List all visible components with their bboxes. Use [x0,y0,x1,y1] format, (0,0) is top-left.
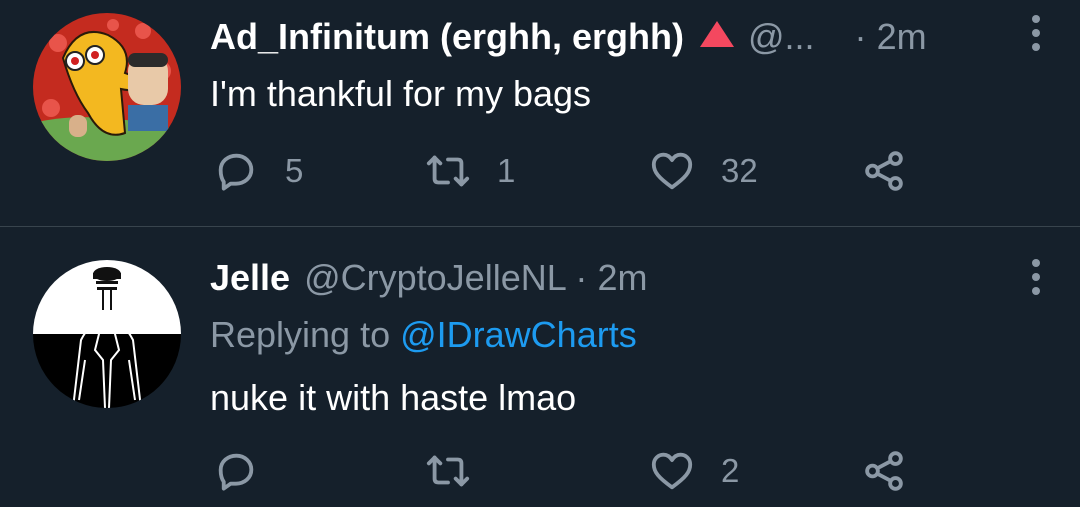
user-handle[interactable]: @CryptoJelleNL [304,257,565,298]
separator-dot: · [854,16,867,57]
speech-bubble-icon [218,153,254,191]
retweet-button[interactable] [425,446,497,496]
tweet-header: Ad_Infinitum (erghh, erghh) @... · 2m [210,15,927,59]
replying-to: Replying to @IDrawCharts [210,313,637,357]
replying-prefix: Replying to [210,314,391,355]
tweet-header: Jelle @CryptoJelleNL · 2m [210,256,647,300]
like-button[interactable]: 32 [649,146,758,196]
user-handle[interactable]: @... [748,16,815,57]
red-triangle-icon [699,21,734,47]
like-count: 32 [721,152,758,189]
display-name[interactable]: Ad_Infinitum (erghh, erghh) [210,16,684,57]
like-button[interactable]: 2 [649,446,739,496]
share-nodes-icon [865,451,903,491]
share-button[interactable] [861,446,907,496]
tweet[interactable]: Ad_Infinitum (erghh, erghh) @... · 2m I'm… [0,0,1080,226]
retweet-button[interactable]: 1 [425,146,515,196]
tweet-text: nuke it with haste lmao [210,377,577,418]
action-bar: 5 1 32 [213,146,933,196]
share-nodes-icon [865,151,903,191]
vertical-ellipsis-icon[interactable] [1030,15,1042,51]
reply-button[interactable]: 5 [213,146,303,196]
reply-count: 5 [285,152,304,189]
tweet-text: I'm thankful for my bags [210,73,592,114]
reply-button[interactable] [213,446,285,496]
heart-icon [651,152,693,190]
display-name[interactable]: Jelle [210,257,290,298]
avatar[interactable] [33,260,181,408]
share-button[interactable] [861,146,907,196]
separator-dot: · [575,257,588,298]
avatar-image [33,260,181,408]
retweet-arrows-icon [426,155,470,187]
action-bar: 2 [213,446,933,496]
avatar[interactable] [33,13,181,161]
timestamp[interactable]: 2m [597,257,647,298]
vertical-ellipsis-icon[interactable] [1030,259,1042,295]
heart-icon [651,452,693,490]
speech-bubble-icon [218,453,254,491]
tweet[interactable]: Jelle @CryptoJelleNL · 2m Replying to @I… [0,227,1080,507]
retweet-count: 1 [497,152,516,189]
mention-link[interactable]: @IDrawCharts [400,314,637,355]
like-count: 2 [721,452,740,489]
avatar-image [33,13,181,161]
timestamp[interactable]: 2m [877,16,927,57]
retweet-arrows-icon [426,455,470,487]
